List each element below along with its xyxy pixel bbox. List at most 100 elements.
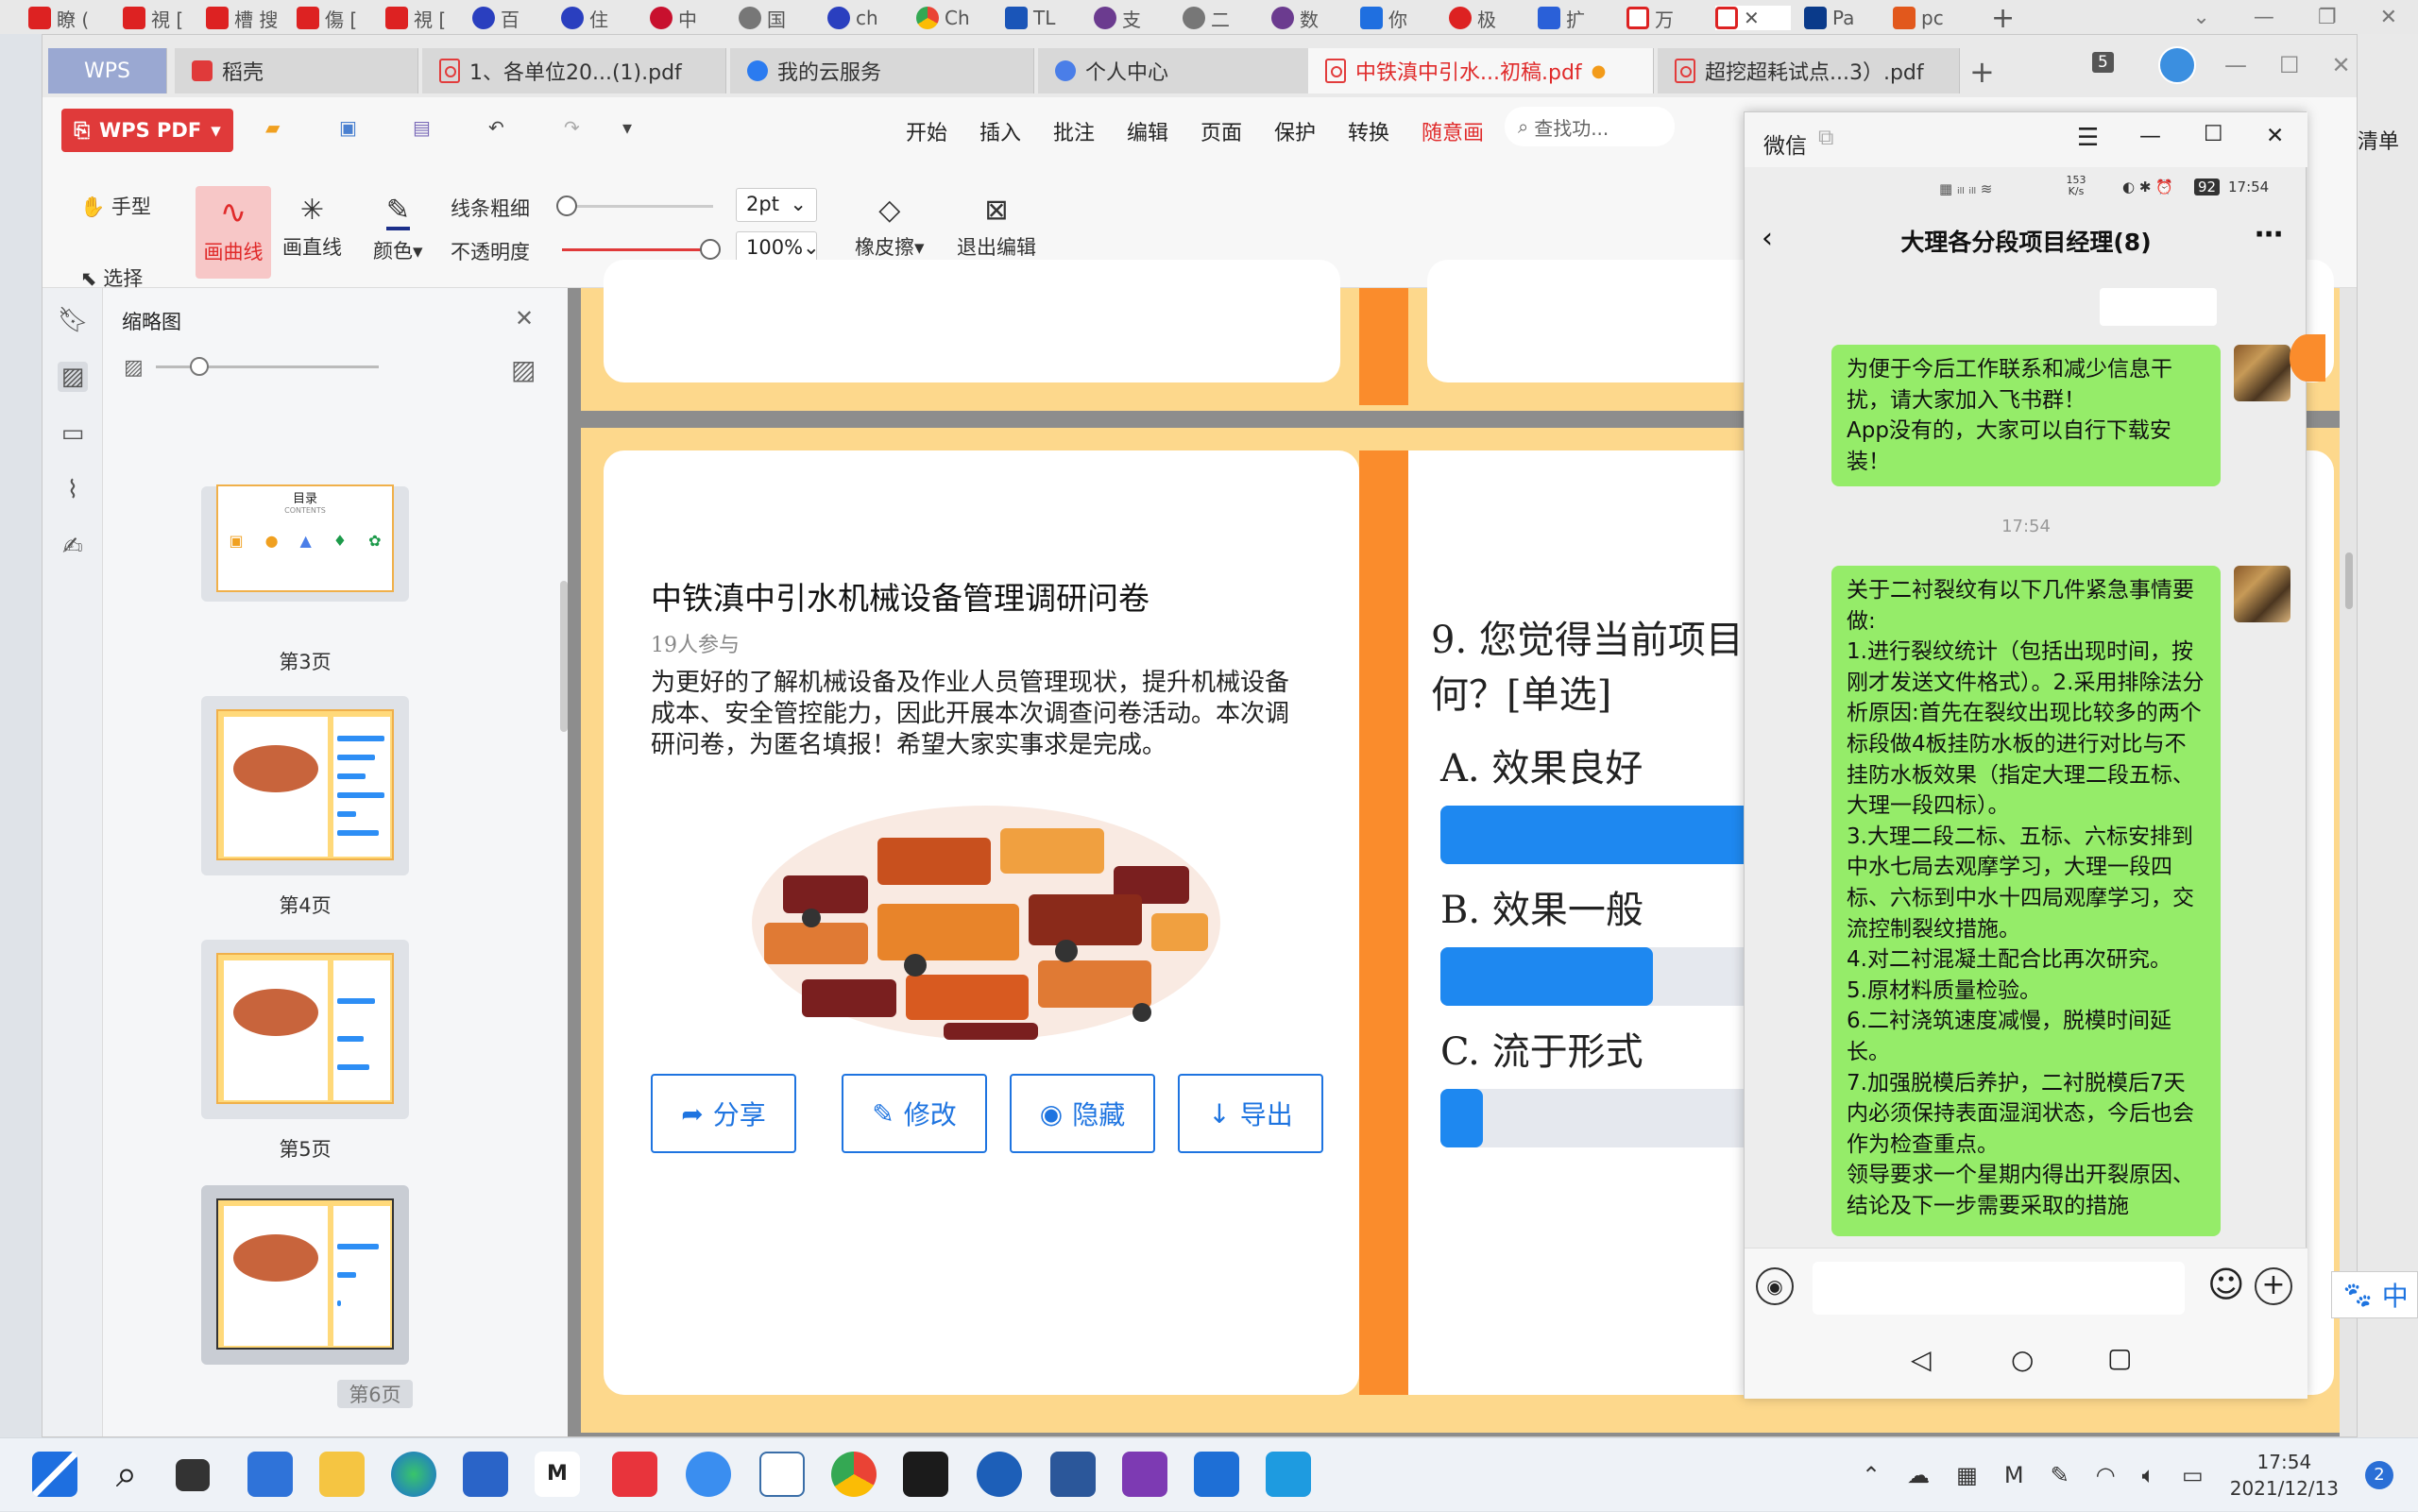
- active-app-icon[interactable]: [1266, 1452, 1311, 1497]
- image-small-icon[interactable]: ▨: [124, 356, 144, 380]
- slider-handle[interactable]: [556, 195, 577, 216]
- pin-icon[interactable]: ⧉: [1818, 126, 1833, 150]
- slider-handle[interactable]: [190, 357, 209, 376]
- draw-line-button[interactable]: ✳ 画直线: [282, 194, 342, 261]
- thumbnail-page-5[interactable]: [201, 940, 409, 1119]
- menu-comment[interactable]: 批注: [1053, 116, 1095, 146]
- browser-tab[interactable]: 視 [: [385, 6, 468, 30]
- close-icon[interactable]: ✕: [2266, 124, 2284, 148]
- store-icon[interactable]: [463, 1452, 508, 1497]
- app-icon[interactable]: [977, 1452, 1022, 1497]
- browser-tab[interactable]: Pa: [1804, 6, 1887, 30]
- ime-indicator[interactable]: 🐾︎ 中: [2331, 1271, 2418, 1318]
- monitor-icon[interactable]: [759, 1452, 805, 1497]
- thumbnail-page-6-selected[interactable]: [201, 1185, 409, 1365]
- bookmark-icon[interactable]: 🔖︎: [58, 305, 89, 335]
- chevron-down-icon[interactable]: ▾: [622, 116, 632, 139]
- wifi-icon[interactable]: ◠: [2096, 1462, 2116, 1488]
- tab-count-badge[interactable]: 5: [2092, 52, 2114, 73]
- browser-tab[interactable]: Ch: [916, 6, 999, 30]
- browser-tab[interactable]: 你: [1360, 6, 1443, 30]
- tab-daoke[interactable]: 稻壳: [175, 48, 418, 93]
- previous-message-preview[interactable]: [2100, 288, 2217, 326]
- message-bubble[interactable]: 关于二衬裂纹有以下几件紧急事情要做: 1.进行裂纹统计（包括出现时间，按刚才发送…: [1831, 566, 2221, 1236]
- browser-tab[interactable]: 百: [472, 6, 555, 30]
- speaker-icon[interactable]: 🔈︎: [2142, 1462, 2155, 1488]
- minimize-icon[interactable]: —: [2254, 6, 2274, 29]
- close-icon[interactable]: ✕: [2380, 6, 2397, 29]
- emoji-icon[interactable]: ☺: [2207, 1264, 2245, 1305]
- cloud-icon[interactable]: ☁: [1907, 1462, 1930, 1488]
- browser-tab[interactable]: TL: [1005, 6, 1088, 30]
- search-icon[interactable]: ⌕: [104, 1452, 149, 1497]
- menu-icon[interactable]: ☰: [2077, 124, 2099, 152]
- print-icon[interactable]: ▤: [413, 116, 431, 139]
- word-icon[interactable]: [1050, 1452, 1096, 1497]
- task-view-icon[interactable]: [176, 1459, 210, 1491]
- folder-icon[interactable]: ▰: [265, 116, 280, 139]
- browser-tab[interactable]: ch: [827, 6, 911, 30]
- wps-pdf-menu-button[interactable]: ⎘ WPS PDF ▾: [61, 109, 233, 152]
- orange-edge-tab[interactable]: [2290, 334, 2325, 382]
- close-icon[interactable]: ✕: [515, 305, 534, 331]
- chrome-icon[interactable]: [831, 1452, 877, 1497]
- comment-icon[interactable]: ▭: [58, 418, 88, 449]
- mail-icon[interactable]: [1194, 1452, 1239, 1497]
- thumbnail-size-slider[interactable]: [156, 357, 379, 376]
- wps-w-icon[interactable]: [903, 1452, 948, 1497]
- avatar[interactable]: [2234, 566, 2290, 622]
- chevron-up-icon[interactable]: ⌃: [1862, 1462, 1881, 1488]
- browser-tab[interactable]: 視 [: [123, 6, 206, 30]
- function-search-input[interactable]: ⌕ 查找功...: [1505, 107, 1675, 146]
- clock[interactable]: 17:54 2021/12/13: [2230, 1449, 2339, 1502]
- new-tab-button[interactable]: +: [1969, 54, 1995, 90]
- share-button[interactable]: ➦ 分享: [651, 1074, 796, 1153]
- thumbnail-icon[interactable]: ▨: [58, 362, 88, 392]
- menu-label[interactable]: 清单: [2358, 125, 2399, 155]
- menu-convert[interactable]: 转换: [1348, 116, 1389, 146]
- message-bubble[interactable]: 为便于今后工作联系和减少信息干扰，请大家加入飞书群！ App没有的，大家可以自行…: [1831, 345, 2221, 487]
- document-scrollbar[interactable]: [2340, 288, 2357, 1436]
- nav-home-icon[interactable]: ○: [2011, 1344, 2034, 1375]
- tab-cloud[interactable]: 我的云服务: [730, 48, 1034, 93]
- menu-page[interactable]: 页面: [1200, 116, 1242, 146]
- message-input[interactable]: [1813, 1262, 2185, 1315]
- thumbnail-page-4[interactable]: [201, 696, 409, 875]
- minimize-icon[interactable]: —: [2224, 52, 2247, 78]
- exit-edit-button[interactable]: ⊠ 退出编辑: [957, 194, 1036, 261]
- opacity-slider[interactable]: [562, 239, 721, 260]
- browser-tab[interactable]: 国: [739, 6, 822, 30]
- browser-tab[interactable]: 数: [1271, 6, 1354, 30]
- more-icon[interactable]: ⋯: [2255, 218, 2283, 251]
- app-icon[interactable]: M: [535, 1452, 580, 1497]
- maximize-icon[interactable]: ☐: [2279, 52, 2300, 78]
- close-icon[interactable]: ✕: [1744, 7, 1760, 29]
- pen-icon[interactable]: ✎: [2051, 1462, 2069, 1488]
- tab-pdf-3[interactable]: 超挖超耗试点...3）.pdf: [1658, 48, 1960, 93]
- maximize-icon[interactable]: ☐: [2204, 122, 2223, 146]
- browser-tab[interactable]: 二: [1183, 6, 1266, 30]
- tab-pdf-1[interactable]: 1、各单位20...(1).pdf: [422, 48, 726, 93]
- tab-active-pdf[interactable]: 中铁滇中引水...初稿.pdf ●: [1308, 48, 1654, 93]
- image-large-icon[interactable]: ▨: [511, 354, 536, 385]
- hide-button[interactable]: ◉ 隐藏: [1010, 1074, 1155, 1153]
- browser-tab[interactable]: 极: [1449, 6, 1532, 30]
- color-button[interactable]: ✎ 颜色▾: [373, 194, 423, 264]
- browser-tab[interactable]: 万: [1626, 6, 1710, 30]
- tab-wps-home[interactable]: WPS: [48, 48, 167, 93]
- close-icon[interactable]: ✕: [2332, 52, 2351, 78]
- tab-personal-center[interactable]: 个人中心: [1038, 48, 1346, 93]
- menu-protect[interactable]: 保护: [1274, 116, 1316, 146]
- voice-icon[interactable]: ◉: [1756, 1267, 1794, 1305]
- save-icon[interactable]: ▣: [339, 116, 357, 139]
- slider-handle[interactable]: [700, 239, 721, 260]
- tray-app-icon[interactable]: M: [2004, 1462, 2024, 1488]
- export-button[interactable]: ↓ 导出: [1178, 1074, 1323, 1153]
- browser-tab[interactable]: 住: [561, 6, 644, 30]
- onenote-icon[interactable]: [1122, 1452, 1167, 1497]
- battery-icon[interactable]: ▭: [2182, 1462, 2204, 1488]
- undo-icon[interactable]: ↶: [488, 116, 504, 139]
- browser-tab[interactable]: 支: [1094, 6, 1177, 30]
- browser-tab[interactable]: 槽 搜: [206, 6, 289, 30]
- browser-tab[interactable]: pc: [1893, 6, 1976, 30]
